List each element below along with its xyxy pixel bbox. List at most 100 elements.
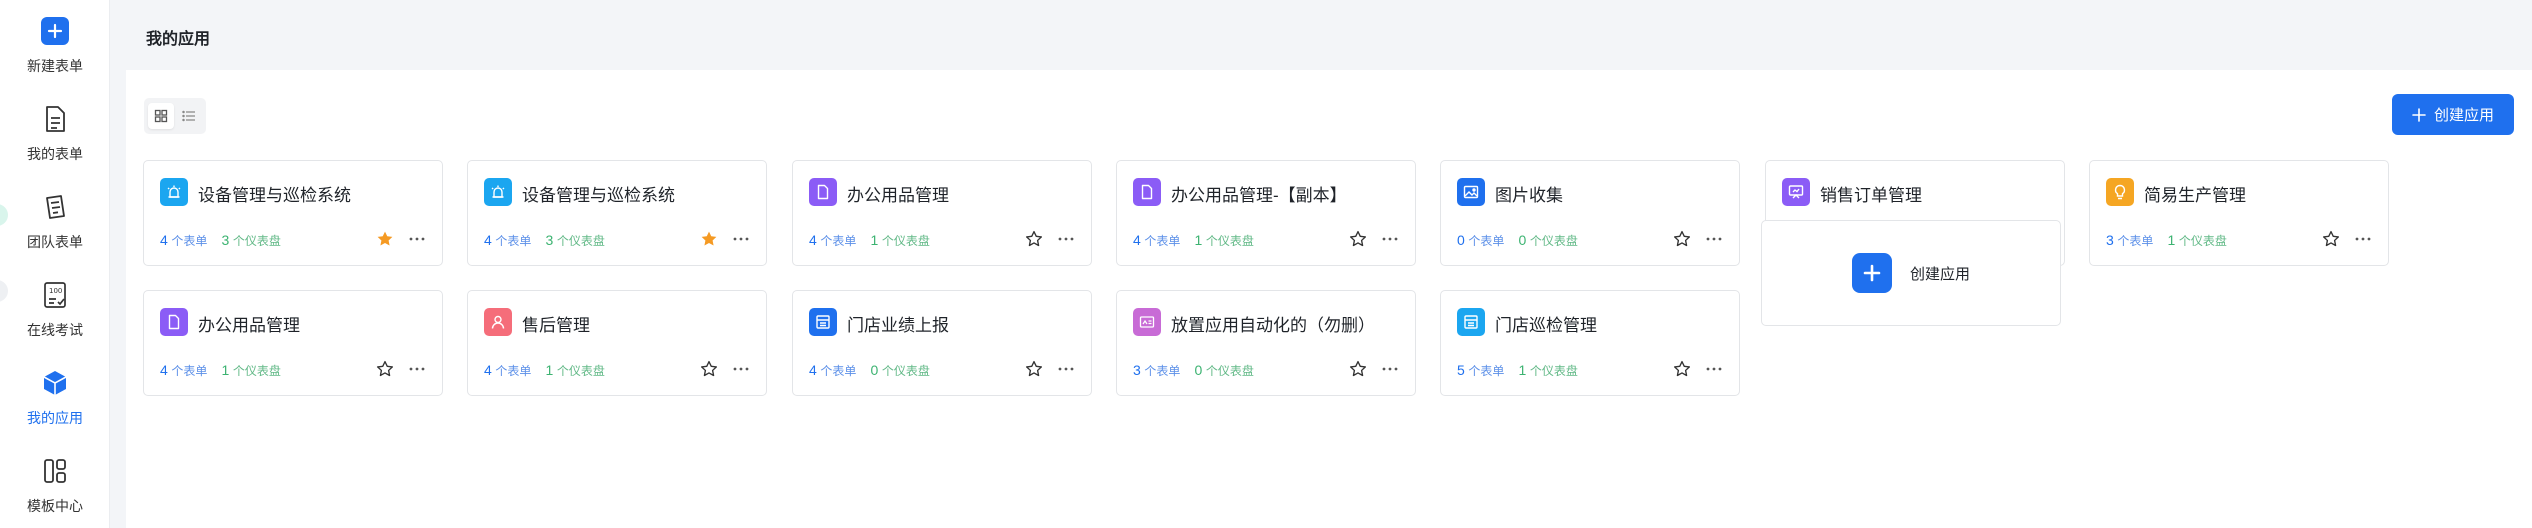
presentation-icon (1782, 178, 1810, 206)
svg-text:100: 100 (49, 287, 62, 295)
more-icon[interactable] (1703, 359, 1725, 379)
app-meta: 4 个表单 1 个仪表盘 (1133, 232, 1254, 249)
alarm-icon (484, 178, 512, 206)
nav-template-center[interactable]: 模板中心 (0, 446, 110, 526)
app-name: 设备管理与巡检系统 (522, 186, 675, 205)
store-icon (809, 308, 837, 336)
forms-count: 4 个表单 (1133, 232, 1181, 248)
app-meta: 4 个表单 1 个仪表盘 (809, 232, 930, 249)
more-icon[interactable] (730, 359, 752, 379)
dashboards-count: 0 个仪表盘 (1194, 362, 1254, 378)
dashboards-count: 3 个仪表盘 (545, 232, 605, 248)
app-name: 门店巡检管理 (1495, 316, 1597, 335)
app-name: 图片收集 (1495, 186, 1563, 205)
more-icon[interactable] (406, 229, 428, 249)
star-icon[interactable] (1673, 360, 1691, 378)
list-view-icon[interactable] (176, 103, 202, 129)
app-card[interactable]: 办公用品管理 4 个表单 1 个仪表盘 (792, 160, 1092, 266)
nav-label: 团队表单 (27, 234, 83, 250)
nav-label: 新建表单 (27, 58, 83, 74)
app-name: 办公用品管理-【副本】 (1171, 186, 1347, 205)
app-name: 简易生产管理 (2144, 186, 2246, 205)
dashboards-count: 1 个仪表盘 (1194, 232, 1254, 248)
star-icon[interactable] (1673, 230, 1691, 248)
star-filled-icon[interactable] (376, 230, 394, 248)
more-icon[interactable] (1055, 229, 1077, 249)
app-name: 设备管理与巡检系统 (198, 186, 351, 205)
create-app-card[interactable]: 创建应用 (1761, 220, 2061, 326)
app-card[interactable]: 办公用品管理-【副本】 4 个表单 1 个仪表盘 (1116, 160, 1416, 266)
nav-my-forms[interactable]: 我的表单 (0, 94, 110, 174)
star-icon[interactable] (1025, 230, 1043, 248)
app-card[interactable]: 门店业绩上报 4 个表单 0 个仪表盘 (792, 290, 1092, 396)
star-icon[interactable] (376, 360, 394, 378)
app-card[interactable]: 办公用品管理 4 个表单 1 个仪表盘 (143, 290, 443, 396)
dashboards-count: 0 个仪表盘 (1518, 232, 1578, 248)
app-card[interactable]: 简易生产管理 3 个表单 1 个仪表盘 (2089, 160, 2389, 266)
app-meta: 5 个表单 1 个仪表盘 (1457, 362, 1578, 379)
file-icon (1133, 178, 1161, 206)
star-icon[interactable] (1349, 360, 1367, 378)
plus-icon (38, 14, 72, 48)
create-app-button[interactable]: 创建应用 (2392, 94, 2514, 135)
app-card[interactable]: 设备管理与巡检系统 4 个表单 3 个仪表盘 (467, 160, 767, 266)
app-name: 办公用品管理 (847, 186, 949, 205)
nav-team-forms[interactable]: 团队表单 (0, 182, 110, 262)
file-icon (160, 308, 188, 336)
dashboards-count: 1 个仪表盘 (545, 362, 605, 378)
app-meta: 4 个表单 3 个仪表盘 (484, 232, 605, 249)
star-icon[interactable] (2322, 230, 2340, 248)
more-icon[interactable] (406, 359, 428, 379)
app-meta: 4 个表单 1 个仪表盘 (160, 362, 281, 379)
nav-my-apps[interactable]: 我的应用 (0, 358, 110, 438)
forms-count: 4 个表单 (484, 362, 532, 378)
dashboards-count: 1 个仪表盘 (221, 362, 281, 378)
star-icon[interactable] (1349, 230, 1367, 248)
more-icon[interactable] (1379, 229, 1401, 249)
star-filled-icon[interactable] (700, 230, 718, 248)
more-icon[interactable] (730, 229, 752, 249)
bulb-icon (2106, 178, 2134, 206)
nav-new-form[interactable]: 新建表单 (0, 6, 110, 86)
app-meta: 3 个表单 0 个仪表盘 (1133, 362, 1254, 379)
app-meta: 4 个表单 0 个仪表盘 (809, 362, 930, 379)
template-icon (38, 454, 72, 488)
forms-count: 4 个表单 (160, 232, 208, 248)
app-card[interactable]: 售后管理 4 个表单 1 个仪表盘 (467, 290, 767, 396)
more-icon[interactable] (1055, 359, 1077, 379)
app-name: 放置应用自动化的（勿删） (1171, 316, 1375, 335)
header: 我的应用 (110, 0, 2532, 68)
dashboards-count: 3 个仪表盘 (221, 232, 281, 248)
user-icon (484, 308, 512, 336)
document-icon (38, 102, 72, 136)
app-name: 办公用品管理 (198, 316, 300, 335)
exam-icon: 100 (38, 278, 72, 312)
forms-count: 4 个表单 (484, 232, 532, 248)
team-forms-icon (38, 190, 72, 224)
app-card[interactable]: 门店巡检管理 5 个表单 1 个仪表盘 (1440, 290, 1740, 396)
nav-label: 我的表单 (27, 146, 83, 162)
more-icon[interactable] (1703, 229, 1725, 249)
nav-online-exam[interactable]: 100 在线考试 (0, 270, 110, 350)
star-icon[interactable] (1025, 360, 1043, 378)
more-icon[interactable] (2352, 229, 2374, 249)
app-card[interactable]: 放置应用自动化的（勿删） 3 个表单 0 个仪表盘 (1116, 290, 1416, 396)
app-name: 销售订单管理 (1820, 186, 1922, 205)
page-title: 我的应用 (146, 31, 211, 48)
forms-count: 3 个表单 (1133, 362, 1181, 378)
app-card[interactable]: 图片收集 0 个表单 0 个仪表盘 (1440, 160, 1740, 266)
alarm-icon (160, 178, 188, 206)
create-app-label: 创建应用 (2433, 107, 2494, 124)
dashboards-count: 1 个仪表盘 (870, 232, 930, 248)
app-meta: 3 个表单 1 个仪表盘 (2106, 232, 2227, 249)
nav-label: 在线考试 (27, 322, 83, 338)
forms-count: 5 个表单 (1457, 362, 1505, 378)
star-icon[interactable] (700, 360, 718, 378)
forms-count: 3 个表单 (2106, 232, 2154, 248)
store-icon (1457, 308, 1485, 336)
grid-view-icon[interactable] (148, 103, 174, 129)
app-card[interactable]: 设备管理与巡检系统 4 个表单 3 个仪表盘 (143, 160, 443, 266)
more-icon[interactable] (1379, 359, 1401, 379)
plus-icon (1851, 253, 1892, 293)
forms-count: 0 个表单 (1457, 232, 1505, 248)
